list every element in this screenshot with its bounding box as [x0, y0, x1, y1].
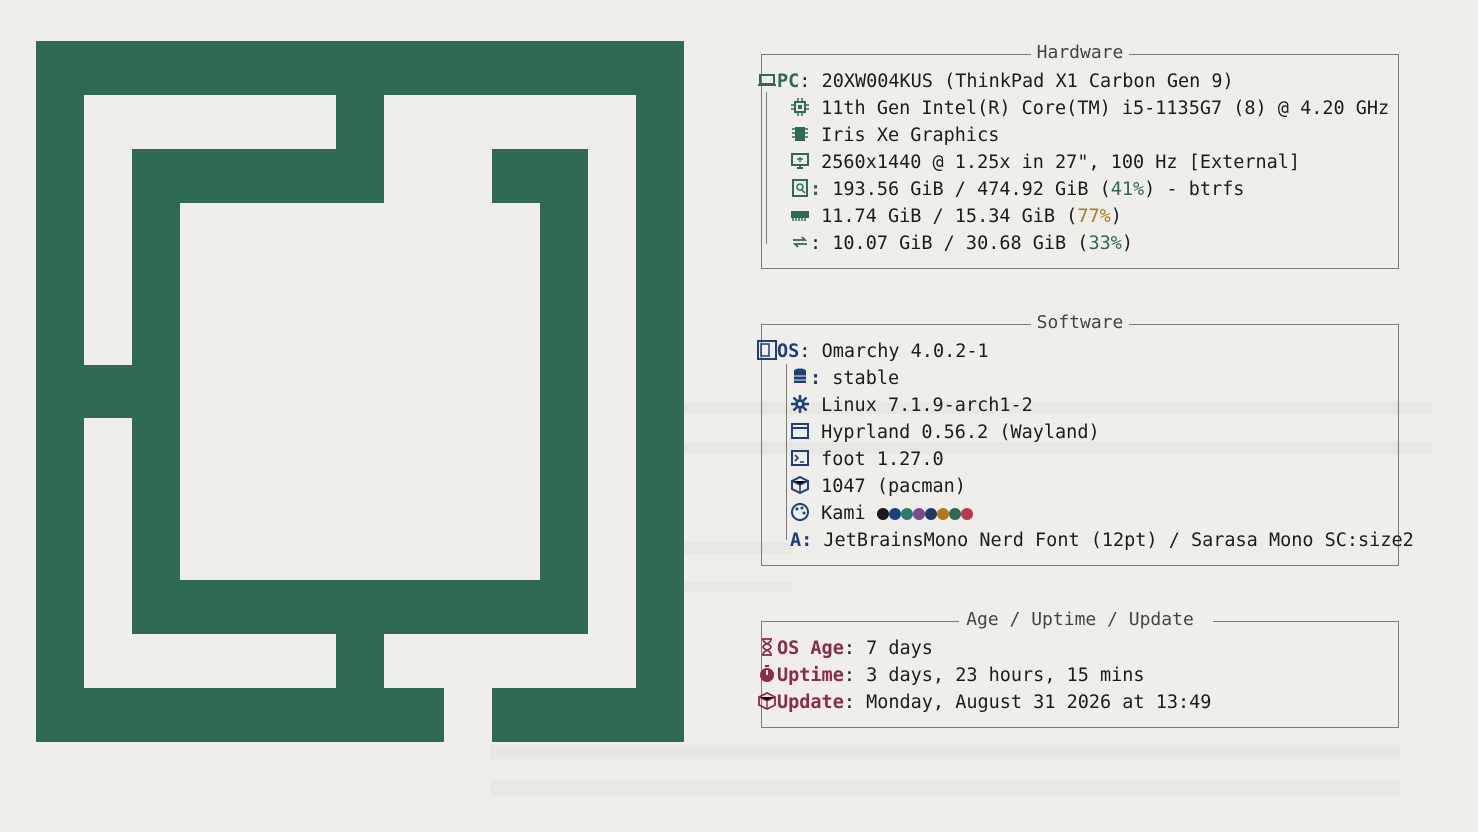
package-box-icon	[791, 475, 809, 495]
uptime-row: Uptime: 3 days, 23 hours, 15 mins	[757, 662, 1145, 689]
laptop-icon	[758, 74, 776, 86]
cpu-row: 11th Gen Intel(R) Core(TM) i5-1135G7 (8)…	[790, 95, 1389, 122]
window-icon	[791, 423, 809, 439]
theme-swatch-dot	[948, 508, 961, 520]
theme-swatch-dot	[912, 508, 925, 520]
memory-percent: 77%	[1077, 206, 1111, 227]
swap-row: : 10.07 GiB / 30.68 GiB (33%)	[790, 230, 1133, 257]
os-age-row: OS Age: 7 days	[757, 635, 933, 662]
disk-icon	[792, 179, 808, 197]
gpu-row: Iris Xe Graphics	[790, 122, 999, 149]
gpu-chip-icon	[792, 127, 808, 141]
software-title: Software	[1034, 312, 1126, 333]
omarchy-logo	[36, 41, 684, 742]
terminal-icon	[791, 450, 809, 466]
display-row: 2560x1440 @ 1.25x in 27", 100 Hz [Extern…	[790, 149, 1300, 176]
channel-row: : stable	[790, 365, 899, 392]
update-row: Update: Monday, August 31 2026 at 13:49	[757, 689, 1211, 716]
theme-color-swatches	[876, 503, 973, 524]
memory-row: 11.74 GiB / 15.34 GiB (77%)	[790, 203, 1122, 230]
theme-swatch-dot	[924, 508, 937, 520]
cpu-icon	[791, 98, 809, 116]
age-title: Age / Uptime / Update	[964, 609, 1196, 630]
swap-arrows-icon	[792, 236, 808, 248]
terminal-row: foot 1.27.0	[790, 446, 944, 473]
os-row: OS: Omarchy 4.0.2-1	[757, 338, 989, 365]
hourglass-icon	[762, 638, 772, 656]
disk-percent: 41%	[1110, 179, 1145, 200]
kernel-row: Linux 7.1.9-arch1-2	[790, 392, 1033, 419]
theme-swatch-dot	[900, 508, 913, 520]
wm-row: Hyprland 0.56.2 (Wayland)	[790, 419, 1100, 446]
os-window-icon	[757, 340, 777, 360]
packages-row: 1047 (pacman)	[790, 473, 966, 500]
pc-row: PC: 20XW004KUS (ThinkPad X1 Carbon Gen 9…	[757, 68, 1234, 95]
theme-swatch-dot	[936, 508, 949, 520]
font-row: A: JetBrainsMono Nerd Font (12pt) / Sara…	[790, 530, 1414, 551]
disk-row: : 193.56 GiB / 474.92 GiB (41%) - btrfs	[790, 176, 1244, 203]
font-letter-icon: A	[790, 530, 802, 551]
theme-row: Kami	[790, 500, 973, 527]
database-icon	[794, 368, 806, 383]
software-tree-line	[786, 364, 787, 540]
swap-percent: 33%	[1088, 233, 1122, 254]
memory-icon	[791, 211, 809, 221]
theme-swatch-dot	[876, 508, 889, 520]
hardware-tree-line	[766, 92, 767, 244]
monitor-icon	[791, 153, 809, 169]
gear-icon	[791, 395, 809, 413]
timer-icon	[760, 665, 774, 682]
theme-swatch-dot	[960, 508, 973, 520]
theme-swatch-dot	[888, 508, 901, 520]
hardware-title: Hardware	[1034, 42, 1126, 63]
package-update-icon	[758, 691, 776, 711]
palette-icon	[791, 503, 809, 521]
